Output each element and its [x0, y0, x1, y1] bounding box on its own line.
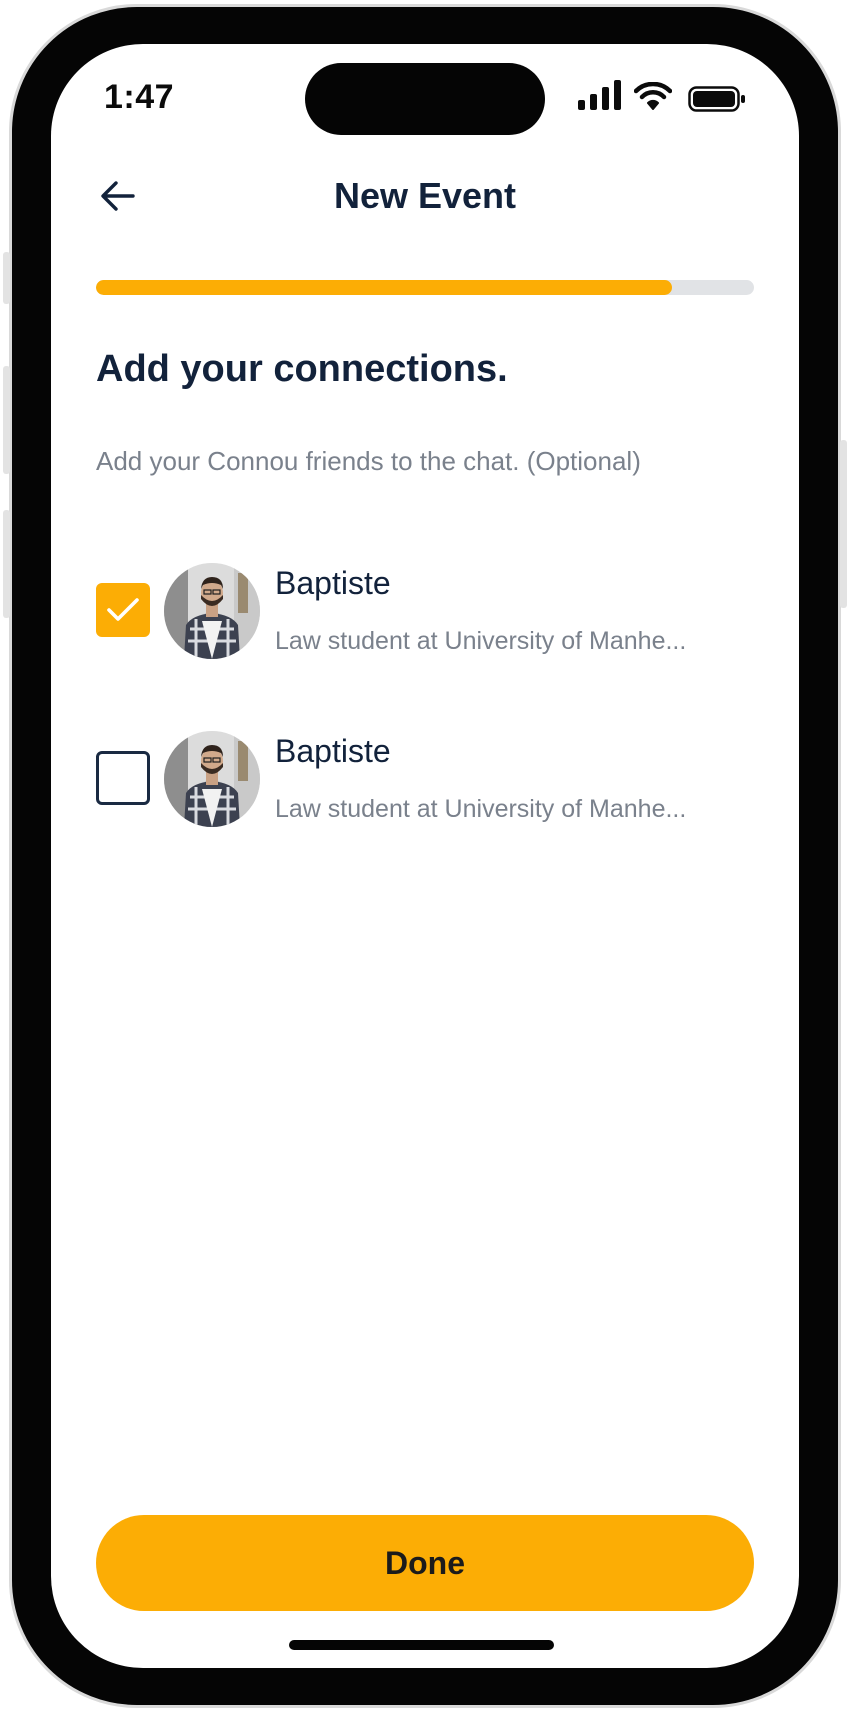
connection-name: Baptiste	[275, 565, 391, 601]
cellular-signal-icon	[578, 80, 621, 110]
power-button	[840, 440, 847, 608]
done-button[interactable]: Done	[96, 1515, 754, 1611]
connection-row[interactable]: Baptiste Law student at University of Ma…	[96, 563, 756, 663]
connection-bio: Law student at University of Manhe...	[275, 627, 687, 655]
section-subtext: Add your Connou friends to the chat. (Op…	[96, 446, 641, 476]
avatar	[164, 563, 260, 659]
progress-fill	[96, 280, 672, 295]
volume-down-button	[3, 510, 10, 618]
dynamic-island	[305, 63, 545, 135]
status-time: 1:47	[104, 78, 175, 116]
connection-name: Baptiste	[275, 733, 391, 769]
connection-checkbox[interactable]	[96, 751, 150, 805]
home-indicator	[289, 1640, 554, 1650]
connection-bio: Law student at University of Manhe...	[275, 795, 687, 823]
progress-bar	[96, 280, 754, 295]
battery-icon	[688, 86, 745, 112]
section-heading: Add your connections.	[96, 348, 508, 390]
page-title: New Event	[333, 175, 517, 216]
silent-switch	[3, 252, 10, 304]
connection-row[interactable]: Baptiste Law student at University of Ma…	[96, 731, 756, 831]
volume-up-button	[3, 366, 10, 474]
connection-checkbox[interactable]	[96, 583, 150, 637]
checkmark-icon	[107, 598, 139, 621]
avatar	[164, 731, 260, 827]
wifi-icon	[634, 82, 672, 110]
